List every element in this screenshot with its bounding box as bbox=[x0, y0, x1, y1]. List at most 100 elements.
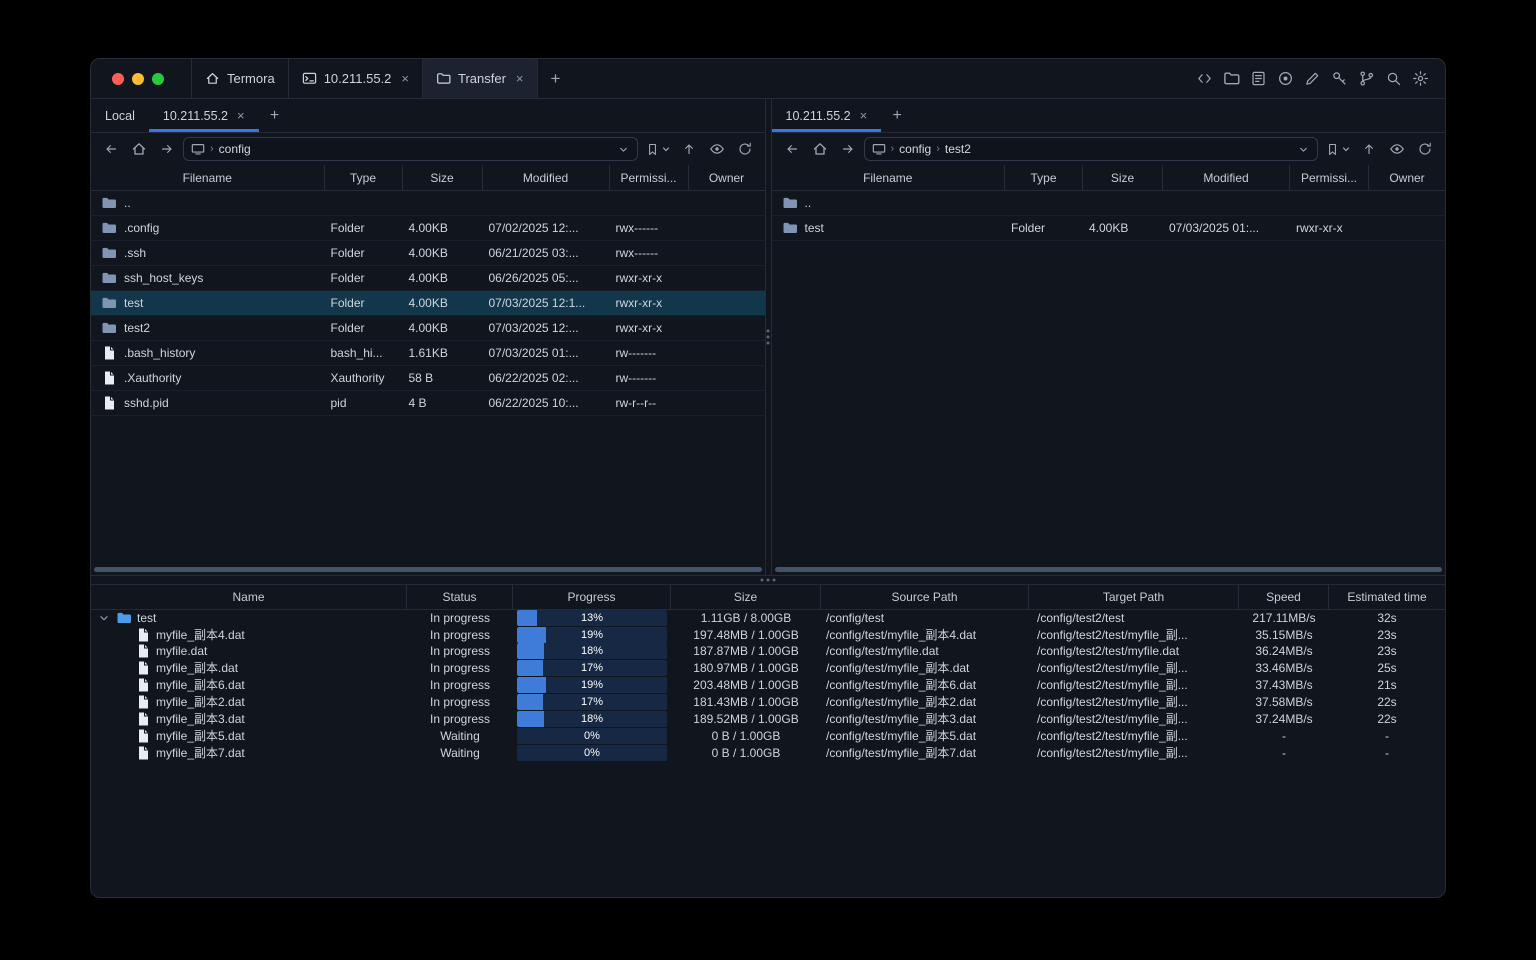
breadcrumb-config[interactable]: config bbox=[899, 142, 931, 156]
file-row[interactable]: ssh_host_keys Folder 4.00KB 06/26/2025 0… bbox=[91, 266, 765, 291]
left-file-list: .. .config Folder 4.00KB 07/02/2025 12:.… bbox=[91, 191, 765, 575]
back-button[interactable] bbox=[780, 137, 804, 161]
column-header-speed[interactable]: Speed bbox=[1239, 585, 1329, 609]
home-button[interactable] bbox=[808, 137, 832, 161]
settings-icon[interactable] bbox=[1412, 70, 1429, 87]
chevron-down-icon[interactable] bbox=[1297, 143, 1310, 156]
column-header-owner[interactable]: Owner bbox=[689, 165, 765, 190]
horizontal-splitter[interactable] bbox=[91, 575, 1445, 585]
column-header-type[interactable]: Type bbox=[325, 165, 403, 190]
column-header-owner[interactable]: Owner bbox=[1369, 165, 1445, 190]
progress-percent: 0% bbox=[584, 729, 600, 742]
search-icon[interactable] bbox=[1385, 70, 1402, 87]
parent-directory-button[interactable] bbox=[677, 137, 701, 161]
forward-button[interactable] bbox=[155, 137, 179, 161]
file-row[interactable]: sshd.pid pid 4 B 06/22/2025 10:... rw-r-… bbox=[91, 391, 765, 416]
source-path-cell: /config/test/myfile_副本4.dat bbox=[826, 628, 977, 642]
column-header-estimated-time[interactable]: Estimated time bbox=[1329, 585, 1445, 609]
right-tab-host[interactable]: 10.211.55.2 × bbox=[772, 99, 882, 132]
home-button[interactable] bbox=[127, 137, 151, 161]
left-add-tab-button[interactable]: + bbox=[259, 99, 291, 132]
right-add-tab-button[interactable]: + bbox=[881, 99, 913, 132]
tab-transfer[interactable]: Transfer × bbox=[423, 59, 538, 98]
column-header-modified[interactable]: Modified bbox=[483, 165, 610, 190]
file-row[interactable]: test Folder 4.00KB 07/03/2025 12:1... rw… bbox=[91, 291, 765, 316]
transfer-name: myfile_副本7.dat bbox=[156, 746, 245, 760]
source-path-cell: /config/test/myfile_副本6.dat bbox=[826, 678, 977, 692]
new-tab-button[interactable]: + bbox=[538, 59, 574, 98]
key-icon[interactable] bbox=[1331, 70, 1348, 87]
left-tab-local[interactable]: Local bbox=[91, 99, 149, 132]
transfer-row[interactable]: myfile_副本2.dat In progress 17% 181.43MB … bbox=[91, 693, 1445, 710]
transfer-row[interactable]: test In progress 13% 1.11GB / 8.00GB /co… bbox=[91, 610, 1445, 626]
right-path-bar[interactable]: › config › test2 bbox=[863, 137, 1318, 161]
transfer-row[interactable]: myfile_副本4.dat In progress 19% 197.48MB … bbox=[91, 626, 1445, 643]
back-button[interactable] bbox=[99, 137, 123, 161]
transfer-row[interactable]: myfile_副本5.dat Waiting 0% 0 B / 1.00GB /… bbox=[91, 727, 1445, 744]
column-header-filename[interactable]: Filename bbox=[91, 165, 325, 190]
transfer-row[interactable]: myfile_副本3.dat In progress 18% 189.52MB … bbox=[91, 710, 1445, 727]
column-header-target-path[interactable]: Target Path bbox=[1029, 585, 1239, 609]
minimize-window-button[interactable] bbox=[132, 72, 144, 85]
file-row[interactable]: .bash_history bash_hi... 1.61KB 07/03/20… bbox=[91, 341, 765, 366]
file-row[interactable]: test Folder 4.00KB 07/03/2025 01:... rwx… bbox=[771, 216, 1445, 241]
forward-button[interactable] bbox=[836, 137, 860, 161]
left-path-bar[interactable]: › config bbox=[183, 137, 638, 161]
transfer-row[interactable]: myfile_副本7.dat Waiting 0% 0 B / 1.00GB /… bbox=[91, 744, 1445, 761]
tab-termora[interactable]: Termora bbox=[192, 59, 289, 98]
close-icon[interactable]: × bbox=[860, 109, 868, 122]
file-row[interactable]: .. bbox=[91, 191, 765, 216]
horizontal-scrollbar[interactable] bbox=[774, 567, 1442, 572]
file-row[interactable]: .Xauthority Xauthority 58 B 06/22/2025 0… bbox=[91, 366, 765, 391]
branch-icon[interactable] bbox=[1358, 70, 1375, 87]
column-header-progress[interactable]: Progress bbox=[513, 585, 671, 609]
transfer-row[interactable]: myfile_副本6.dat In progress 19% 203.48MB … bbox=[91, 676, 1445, 693]
column-header-permissions[interactable]: Permissi... bbox=[610, 165, 689, 190]
transfer-name: myfile.dat bbox=[156, 644, 208, 658]
close-icon[interactable]: × bbox=[237, 109, 245, 122]
show-hidden-button[interactable] bbox=[1385, 137, 1409, 161]
target-path-cell: /config/test2/test/myfile_副... bbox=[1037, 661, 1188, 675]
close-icon[interactable]: × bbox=[516, 72, 524, 85]
column-header-size[interactable]: Size bbox=[1083, 165, 1163, 190]
close-window-button[interactable] bbox=[112, 72, 124, 85]
zoom-window-button[interactable] bbox=[152, 72, 164, 85]
record-icon[interactable] bbox=[1277, 70, 1294, 87]
refresh-button[interactable] bbox=[733, 137, 757, 161]
bookmarks-button[interactable] bbox=[642, 137, 673, 161]
column-header-status[interactable]: Status bbox=[407, 585, 513, 609]
column-header-size[interactable]: Size bbox=[671, 585, 821, 609]
column-header-type[interactable]: Type bbox=[1005, 165, 1083, 190]
column-header-modified[interactable]: Modified bbox=[1163, 165, 1290, 190]
chevron-down-icon[interactable] bbox=[617, 143, 630, 156]
column-header-permissions[interactable]: Permissi... bbox=[1290, 165, 1369, 190]
tab-host[interactable]: 10.211.55.2 × bbox=[289, 59, 423, 98]
breadcrumb-test2[interactable]: test2 bbox=[945, 142, 971, 156]
file-row[interactable]: .. bbox=[771, 191, 1445, 216]
column-header-size[interactable]: Size bbox=[403, 165, 483, 190]
column-header-name[interactable]: Name bbox=[91, 585, 407, 609]
refresh-button[interactable] bbox=[1413, 137, 1437, 161]
folder-icon[interactable] bbox=[1223, 70, 1240, 87]
transfer-row[interactable]: myfile.dat In progress 18% 187.87MB / 1.… bbox=[91, 643, 1445, 659]
bookmarks-button[interactable] bbox=[1322, 137, 1353, 161]
breadcrumb-config[interactable]: config bbox=[219, 142, 251, 156]
file-row[interactable]: .config Folder 4.00KB 07/02/2025 12:... … bbox=[91, 216, 765, 241]
log-icon[interactable] bbox=[1250, 70, 1267, 87]
file-row[interactable]: test2 Folder 4.00KB 07/03/2025 12:... rw… bbox=[91, 316, 765, 341]
horizontal-scrollbar[interactable] bbox=[94, 567, 762, 572]
vertical-splitter[interactable] bbox=[764, 99, 772, 575]
file-row[interactable]: .ssh Folder 4.00KB 06/21/2025 03:... rwx… bbox=[91, 241, 765, 266]
type-cell: Folder bbox=[330, 271, 365, 285]
parent-directory-button[interactable] bbox=[1357, 137, 1381, 161]
close-icon[interactable]: × bbox=[401, 72, 409, 85]
code-icon[interactable] bbox=[1196, 70, 1213, 87]
column-header-filename[interactable]: Filename bbox=[772, 165, 1005, 190]
speed-cell: 33.46MB/s bbox=[1255, 660, 1313, 675]
left-tab-host[interactable]: 10.211.55.2 × bbox=[149, 99, 259, 132]
transfer-row[interactable]: myfile_副本.dat In progress 17% 180.97MB /… bbox=[91, 659, 1445, 676]
show-hidden-button[interactable] bbox=[705, 137, 729, 161]
chevron-down-icon[interactable] bbox=[97, 611, 111, 625]
column-header-source-path[interactable]: Source Path bbox=[821, 585, 1029, 609]
edit-icon[interactable] bbox=[1304, 70, 1321, 87]
